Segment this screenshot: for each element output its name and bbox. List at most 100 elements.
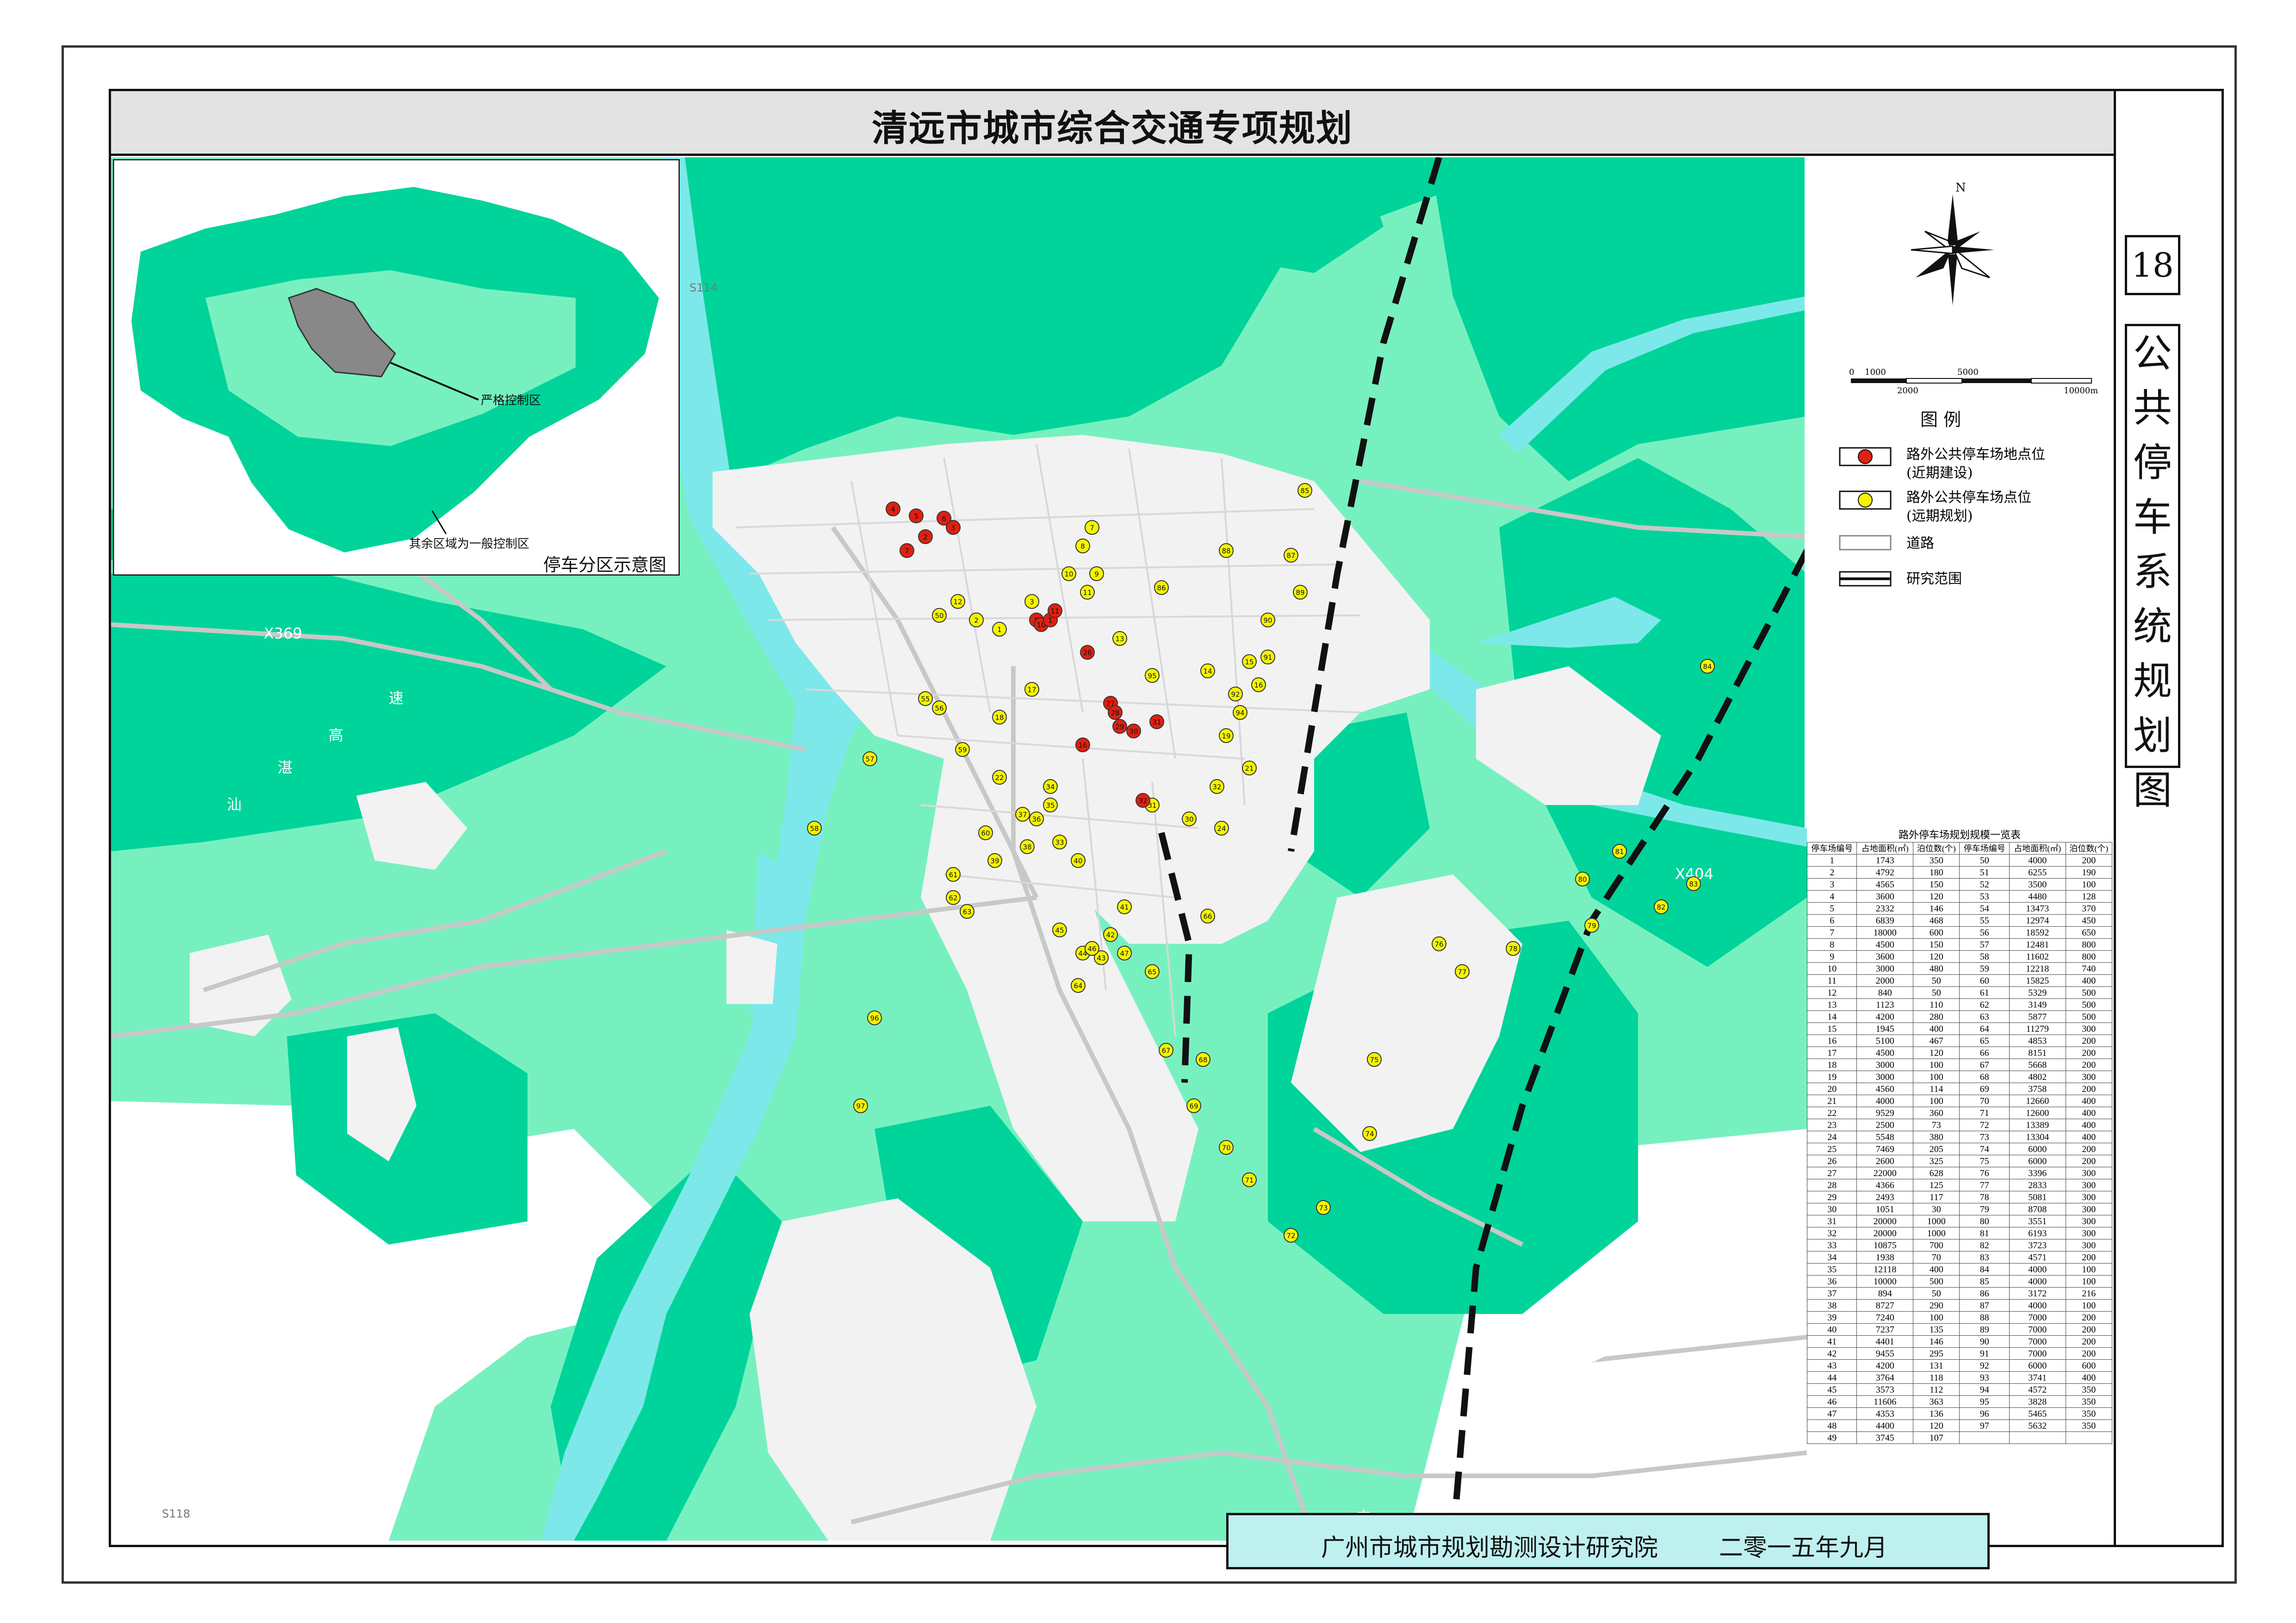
red-parking-marker[interactable]: 26: [1080, 645, 1095, 660]
yellow-parking-marker[interactable]: 71: [1242, 1172, 1257, 1187]
red-parking-marker[interactable]: 16: [1075, 737, 1090, 752]
yellow-parking-marker[interactable]: 15: [1242, 654, 1257, 669]
yellow-parking-marker[interactable]: 88: [1219, 543, 1234, 558]
road-label: 湛: [278, 759, 292, 776]
yellow-parking-marker[interactable]: 22: [992, 770, 1007, 785]
road-label: X530: [254, 1152, 293, 1170]
yellow-parking-marker[interactable]: 35: [1043, 798, 1058, 812]
yellow-parking-marker[interactable]: 80: [1575, 872, 1590, 886]
red-parking-marker[interactable]: 29: [1112, 719, 1127, 734]
yellow-parking-marker[interactable]: 77: [1455, 964, 1470, 979]
yellow-parking-marker[interactable]: 62: [946, 890, 961, 905]
yellow-parking-marker[interactable]: 76: [1432, 936, 1446, 951]
yellow-parking-marker[interactable]: 74: [1362, 1126, 1377, 1141]
yellow-parking-marker[interactable]: 79: [1584, 918, 1599, 933]
yellow-parking-marker[interactable]: 94: [1233, 705, 1247, 720]
yellow-parking-marker[interactable]: 58: [807, 821, 822, 836]
yellow-parking-marker[interactable]: 90: [1260, 613, 1275, 627]
table-cell: 7000: [2009, 1323, 2066, 1336]
red-parking-marker[interactable]: 31: [1149, 714, 1164, 729]
yellow-parking-marker[interactable]: 7: [1085, 520, 1099, 535]
yellow-parking-marker[interactable]: 32: [1210, 779, 1224, 794]
yellow-parking-marker[interactable]: 59: [955, 742, 970, 757]
red-parking-marker[interactable]: 3: [946, 520, 961, 535]
table-row: 9 3600 120 58 11602 800: [1806, 950, 2113, 963]
yellow-parking-marker[interactable]: 96: [867, 1010, 882, 1025]
yellow-parking-marker[interactable]: 10: [1061, 566, 1076, 581]
yellow-parking-marker[interactable]: 17: [1024, 682, 1039, 697]
yellow-parking-marker[interactable]: 37: [1015, 807, 1030, 822]
yellow-parking-marker[interactable]: 66: [1200, 909, 1215, 923]
red-parking-marker[interactable]: 30: [1126, 724, 1141, 738]
yellow-parking-marker[interactable]: 42: [1103, 927, 1118, 942]
yellow-parking-marker[interactable]: 11: [1080, 585, 1095, 600]
yellow-parking-marker[interactable]: 97: [853, 1098, 868, 1113]
yellow-parking-marker[interactable]: 73: [1316, 1200, 1331, 1215]
red-parking-marker[interactable]: 28: [1108, 705, 1123, 720]
yellow-parking-marker[interactable]: 65: [1145, 964, 1160, 979]
yellow-parking-marker[interactable]: 16: [1251, 677, 1266, 692]
yellow-parking-marker[interactable]: 8: [1075, 539, 1090, 553]
table-row: 30 1051 30 79 8708 300: [1806, 1203, 2113, 1215]
yellow-parking-marker[interactable]: 78: [1506, 941, 1520, 956]
yellow-parking-marker[interactable]: 81: [1612, 844, 1627, 859]
red-parking-marker[interactable]: 4: [886, 502, 900, 516]
yellow-parking-marker[interactable]: 12: [950, 594, 965, 609]
yellow-parking-marker[interactable]: 3: [1024, 594, 1039, 609]
yellow-parking-marker[interactable]: 92: [1228, 687, 1243, 701]
yellow-parking-marker[interactable]: 56: [932, 700, 947, 715]
marker-label: 96: [870, 1014, 879, 1022]
yellow-parking-marker[interactable]: 63: [960, 904, 974, 919]
yellow-parking-marker[interactable]: 2: [969, 613, 984, 627]
yellow-parking-marker[interactable]: 9: [1089, 566, 1104, 581]
yellow-parking-marker[interactable]: 24: [1214, 821, 1229, 836]
yellow-parking-marker[interactable]: 47: [1117, 946, 1132, 960]
yellow-parking-marker[interactable]: 13: [1112, 631, 1127, 646]
yellow-parking-marker[interactable]: 14: [1200, 663, 1215, 678]
yellow-parking-marker[interactable]: 60: [978, 825, 993, 840]
yellow-parking-marker[interactable]: 34: [1043, 779, 1058, 794]
yellow-parking-marker[interactable]: 82: [1654, 899, 1669, 914]
yellow-parking-marker[interactable]: 69: [1186, 1098, 1201, 1113]
yellow-parking-marker[interactable]: 40: [1071, 853, 1086, 868]
yellow-parking-marker[interactable]: 46: [1085, 941, 1099, 956]
yellow-parking-marker[interactable]: 19: [1219, 728, 1234, 743]
yellow-parking-marker[interactable]: 85: [1297, 483, 1312, 498]
yellow-parking-marker[interactable]: 41: [1117, 899, 1132, 914]
yellow-parking-marker[interactable]: 95: [1145, 668, 1160, 683]
red-parking-marker[interactable]: 11: [1048, 603, 1062, 618]
yellow-parking-marker[interactable]: 33: [1052, 835, 1067, 849]
yellow-parking-marker[interactable]: 39: [987, 853, 1002, 868]
yellow-parking-marker[interactable]: 89: [1293, 585, 1308, 600]
yellow-parking-marker[interactable]: 75: [1367, 1052, 1382, 1067]
yellow-parking-marker[interactable]: 64: [1071, 978, 1086, 993]
yellow-parking-marker[interactable]: 36: [1029, 812, 1044, 826]
yellow-parking-marker[interactable]: 87: [1284, 548, 1298, 563]
inset-map[interactable]: 严格控制区 其余区域为一般控制区 停车分区示意图: [113, 159, 680, 576]
yellow-parking-marker[interactable]: 86: [1154, 580, 1169, 595]
yellow-parking-marker[interactable]: 67: [1159, 1043, 1173, 1058]
yellow-parking-marker[interactable]: 70: [1219, 1140, 1234, 1155]
red-parking-marker[interactable]: 32: [1136, 793, 1150, 808]
yellow-parking-marker[interactable]: 72: [1284, 1228, 1298, 1243]
yellow-parking-marker[interactable]: 61: [946, 867, 961, 882]
yellow-parking-marker[interactable]: 21: [1242, 761, 1257, 775]
yellow-parking-marker[interactable]: 91: [1260, 650, 1275, 664]
yellow-parking-marker[interactable]: 55: [918, 691, 933, 706]
red-parking-marker[interactable]: 5: [909, 508, 924, 523]
yellow-parking-marker[interactable]: 57: [863, 751, 877, 766]
yellow-parking-marker[interactable]: 45: [1052, 923, 1067, 937]
yellow-parking-marker[interactable]: 68: [1196, 1052, 1210, 1067]
yellow-parking-marker[interactable]: 18: [992, 710, 1007, 725]
yellow-parking-marker[interactable]: 84: [1700, 659, 1715, 674]
yellow-parking-marker[interactable]: 83: [1686, 876, 1701, 891]
table-cell: 5877: [2009, 1010, 2066, 1023]
yellow-parking-marker[interactable]: 50: [932, 608, 947, 623]
yellow-parking-marker[interactable]: 30: [1182, 812, 1197, 826]
yellow-parking-marker[interactable]: 1: [992, 622, 1007, 637]
yellow-parking-marker[interactable]: 38: [1020, 839, 1035, 854]
red-parking-marker[interactable]: 7: [900, 543, 914, 558]
table-row: 45 3573 112 94 4572 350: [1806, 1383, 2113, 1396]
table-cell: 18592: [2009, 926, 2066, 939]
red-parking-marker[interactable]: 2: [918, 529, 933, 544]
